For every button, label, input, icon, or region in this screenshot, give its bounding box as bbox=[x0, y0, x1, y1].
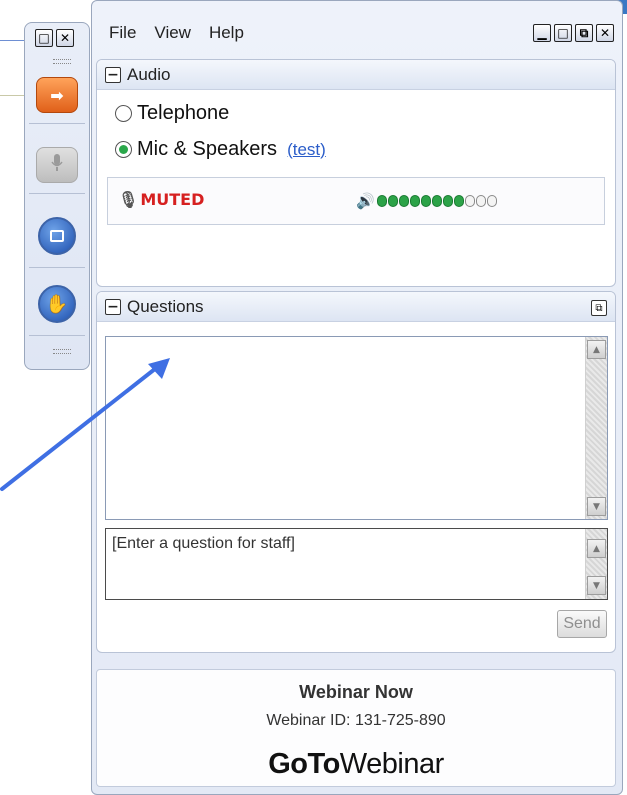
audio-panel: − Audio Telephone Mic & Speakers (test) … bbox=[96, 59, 616, 287]
menu-file[interactable]: File bbox=[109, 23, 136, 43]
divider bbox=[29, 193, 85, 194]
divider bbox=[29, 123, 85, 124]
logo-go: Go bbox=[268, 748, 308, 780]
telephone-radio[interactable] bbox=[115, 105, 132, 122]
send-button[interactable]: Send bbox=[557, 610, 607, 638]
microphone-icon: 🎙 bbox=[118, 190, 139, 209]
control-panel-maximize-button[interactable]: □ bbox=[35, 29, 53, 47]
logo-webinar: Webinar bbox=[339, 748, 444, 780]
scroll-up-icon[interactable]: ▲ bbox=[587, 539, 606, 558]
level-dot bbox=[453, 195, 464, 207]
mic-speakers-option[interactable]: Mic & Speakers (test) bbox=[115, 138, 326, 161]
drag-grip-top[interactable] bbox=[53, 59, 71, 64]
level-dots bbox=[376, 195, 498, 207]
mic-speakers-radio[interactable] bbox=[115, 141, 132, 158]
microphone-icon bbox=[50, 153, 64, 178]
page: □ ✕ ➡ ✋ File View Help ▁ □ ⧉ ✕ − Audio T… bbox=[0, 0, 627, 795]
questions-panel-header: − Questions bbox=[97, 292, 615, 322]
control-panel-close-button[interactable]: ✕ bbox=[56, 29, 74, 47]
audio-status-box: 🎙 MUTED 🔊 bbox=[107, 177, 605, 225]
raise-hand-button[interactable]: ✋ bbox=[38, 285, 76, 323]
webinar-name: Webinar Now bbox=[299, 682, 413, 702]
logo-to: To bbox=[307, 748, 341, 780]
restore-button[interactable]: ⧉ bbox=[575, 24, 593, 42]
question-input-scrollbar[interactable]: ▲ ▼ bbox=[585, 529, 607, 599]
muted-status[interactable]: 🎙 MUTED bbox=[118, 190, 204, 209]
level-dot bbox=[376, 195, 387, 207]
gotowebinar-logo: GoToWebinar bbox=[97, 748, 615, 781]
questions-collapse-button[interactable]: − bbox=[105, 298, 121, 315]
telephone-option[interactable]: Telephone bbox=[115, 102, 229, 125]
level-dot bbox=[431, 195, 442, 207]
annotation-arrow bbox=[0, 358, 170, 491]
divider bbox=[29, 267, 85, 268]
level-dot bbox=[409, 195, 420, 207]
level-dot bbox=[486, 195, 497, 207]
screen-share-button[interactable] bbox=[38, 217, 76, 255]
audio-panel-header: − Audio bbox=[97, 60, 615, 90]
questions-panel-title: Questions bbox=[127, 296, 204, 316]
test-audio-link[interactable]: (test) bbox=[287, 140, 326, 160]
show-hide-panel-button[interactable]: ➡ bbox=[36, 77, 78, 113]
level-dot bbox=[442, 195, 453, 207]
menu-bar: File View Help bbox=[109, 23, 244, 43]
level-dot bbox=[398, 195, 409, 207]
raise-hand-icon: ✋ bbox=[45, 293, 69, 315]
screen-share-icon bbox=[50, 230, 64, 242]
speaker-level-meter: 🔊 bbox=[356, 192, 498, 210]
microphone-button[interactable] bbox=[36, 147, 78, 183]
question-input-placeholder: [Enter a question for staff] bbox=[112, 535, 295, 552]
mic-speakers-label: Mic & Speakers bbox=[137, 138, 278, 160]
question-input[interactable]: [Enter a question for staff] ▲ ▼ bbox=[105, 528, 608, 600]
scroll-up-icon[interactable]: ▲ bbox=[587, 340, 606, 359]
control-panel-window-buttons: □ ✕ bbox=[35, 29, 74, 47]
telephone-label: Telephone bbox=[137, 102, 230, 124]
maximize-button[interactable]: □ bbox=[554, 24, 572, 42]
speaker-icon: 🔊 bbox=[356, 192, 375, 210]
close-button[interactable]: ✕ bbox=[596, 24, 614, 42]
menu-view[interactable]: View bbox=[154, 23, 191, 43]
divider bbox=[29, 335, 85, 336]
window-buttons: ▁ □ ⧉ ✕ bbox=[533, 24, 614, 42]
audio-collapse-button[interactable]: − bbox=[105, 66, 121, 83]
level-dot bbox=[420, 195, 431, 207]
drag-grip-bottom[interactable] bbox=[53, 349, 71, 354]
scroll-down-icon[interactable]: ▼ bbox=[587, 576, 606, 595]
level-dot bbox=[464, 195, 475, 207]
control-panel: □ ✕ ➡ ✋ bbox=[24, 22, 90, 370]
webinar-id: Webinar ID: 131-725-890 bbox=[266, 712, 446, 729]
arrow-right-icon: ➡ bbox=[50, 85, 64, 105]
questions-log-scrollbar[interactable]: ▲ ▼ bbox=[585, 337, 607, 519]
minimize-button[interactable]: ▁ bbox=[533, 24, 551, 42]
muted-label: MUTED bbox=[140, 190, 205, 209]
audio-panel-title: Audio bbox=[127, 64, 171, 84]
scroll-down-icon[interactable]: ▼ bbox=[587, 497, 606, 516]
questions-log[interactable]: ▲ ▼ bbox=[105, 336, 608, 520]
level-dot bbox=[387, 195, 398, 207]
menu-help[interactable]: Help bbox=[209, 23, 244, 43]
level-dot bbox=[475, 195, 486, 207]
webinar-info: Webinar Now Webinar ID: 131-725-890 GoTo… bbox=[96, 669, 616, 787]
popout-icon[interactable]: ⧉ bbox=[591, 300, 607, 316]
